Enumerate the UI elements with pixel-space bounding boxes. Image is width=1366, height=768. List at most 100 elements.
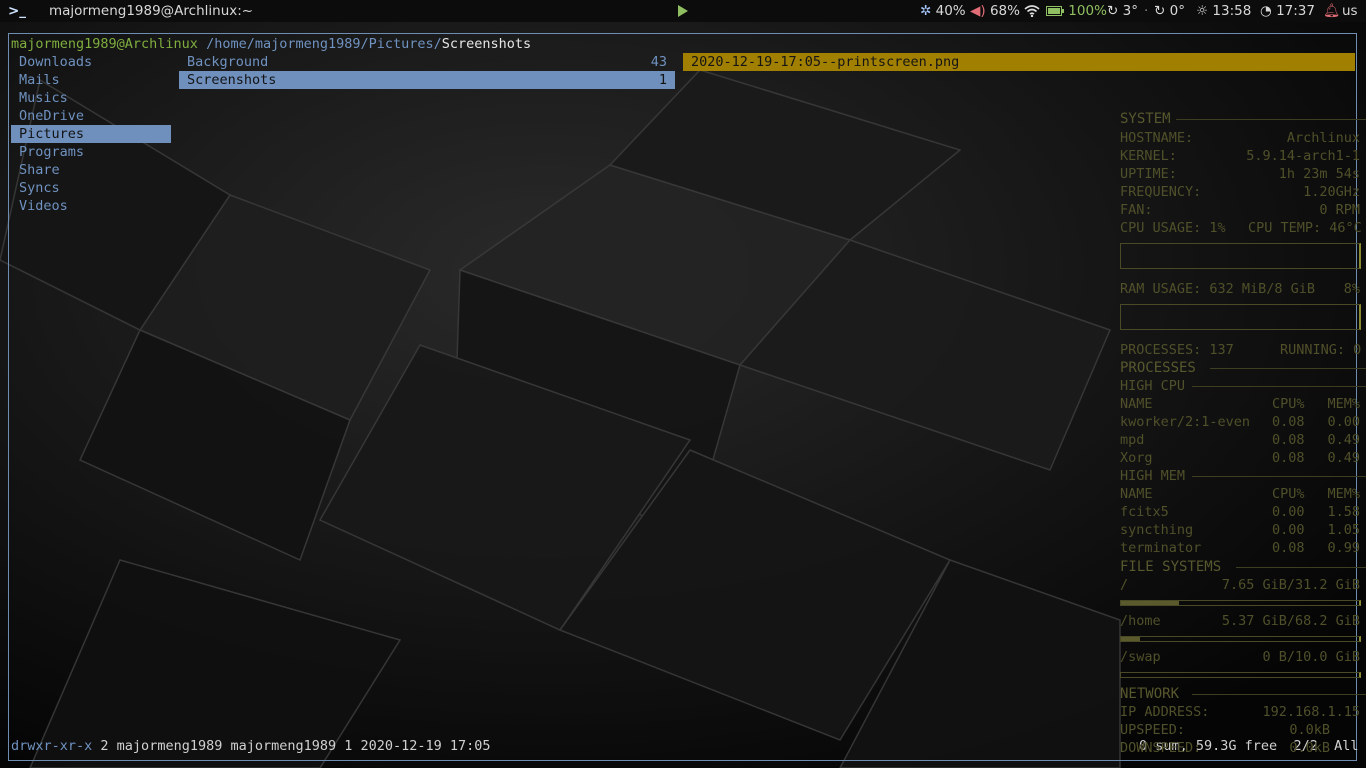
dir-entry-count: 1 (658, 72, 667, 88)
upspeed-row: UPSPEED: 0.0kB (1120, 721, 1366, 739)
filesystem-usage: 5.37 GiB/68.2 GiB (1221, 613, 1360, 629)
high-cpu-section: HIGH CPU (1120, 377, 1366, 395)
status-file-info: 2 majormeng1989 majormeng1989 1 2020-12-… (100, 738, 491, 754)
filesystem-row: /home 5.37 GiB/68.2 GiB (1120, 612, 1366, 630)
hostname-label: HOSTNAME: (1120, 130, 1194, 146)
cpu-usage: CPU USAGE: 1% (1120, 220, 1226, 236)
ram-graph (1120, 304, 1361, 330)
process-mem: 0.99 (1327, 540, 1360, 556)
frequency-value: 1.20GHz (1303, 184, 1360, 200)
wifi-icon[interactable] (1024, 2, 1040, 20)
dir-entry-programs[interactable]: Programs (11, 143, 171, 161)
process-cpu: 0.08 (1272, 414, 1305, 430)
filesystem-mount: / (1120, 577, 1129, 593)
temp1-value: 3° (1122, 3, 1138, 19)
hostname-value: Archlinux (1286, 130, 1360, 146)
high-mem-title: HIGH MEM (1120, 468, 1186, 484)
filesystem-usage: 0 B/10.0 GiB (1262, 649, 1360, 665)
temp1-indicator[interactable]: ↻ 3° (1107, 2, 1138, 20)
cpu-graph (1120, 243, 1361, 269)
uptime-label: UPTIME: (1120, 166, 1177, 182)
file-systems-section: FILE SYSTEMS (1120, 558, 1366, 576)
cpu-row: CPU USAGE: 1% CPU TEMP: 46°C (1120, 219, 1366, 237)
fan-label: FAN: (1120, 202, 1153, 218)
sun-indicator[interactable]: ☼ 13:58 (1196, 2, 1251, 20)
col-cpu: CPU% (1272, 396, 1305, 412)
process-row: Xorg 0.08 0.49 (1120, 449, 1366, 467)
filesystem-mount: /swap (1120, 649, 1161, 665)
process-count-row: PROCESSES: 137 RUNNING: 0 (1120, 341, 1366, 359)
dir-entry-count: 43 (650, 54, 667, 70)
process-cpu: 0.00 (1272, 504, 1305, 520)
keyboard-layout[interactable]: us (1342, 2, 1358, 20)
status-permissions: drwxr-xr-x (11, 738, 93, 754)
dir-entry-videos[interactable]: Videos (11, 197, 171, 215)
col-name: NAME (1120, 396, 1153, 412)
filesystem-usage-bar (1120, 636, 1361, 642)
ram-usage: RAM USAGE: 632 MiB/8 GiB (1120, 281, 1316, 297)
top-panel: >_ majormeng1989@Archlinux:~ ✲ 40% ◀) 68… (0, 0, 1366, 22)
window-title: majormeng1989@Archlinux:~ (49, 3, 254, 19)
terminal-icon[interactable]: >_ (8, 2, 26, 20)
preview-file-entry[interactable]: 2020-12-19-17:05--printscreen.png (683, 53, 1355, 71)
process-mem: 1.05 (1327, 522, 1360, 538)
filesystem-row: / 7.65 GiB/31.2 GiB (1120, 576, 1366, 594)
volume-indicator[interactable]: ◀) 68% (970, 2, 1020, 20)
uptime-value: 1h 23m 54s (1278, 166, 1360, 182)
dir-entry-onedrive[interactable]: OneDrive (11, 107, 171, 125)
prompt-current-dir: Screenshots (441, 36, 532, 52)
separator-icon: · (1144, 3, 1149, 19)
high-cpu-header: NAME CPU% MEM% (1120, 395, 1366, 413)
dir-entry-syncs[interactable]: Syncs (11, 179, 171, 197)
network-section: NETWORK (1120, 685, 1366, 703)
process-name: mpd (1120, 432, 1145, 448)
dir-entry-mails[interactable]: Mails (11, 71, 171, 89)
prompt-userhost: majormeng1989@Archlinux (11, 36, 198, 52)
process-row: kworker/2:1-even 0.08 0.00 (1120, 413, 1366, 431)
process-cpu: 0.00 (1272, 522, 1305, 538)
cpu-icon: ✲ (920, 3, 932, 19)
ip-row: IP ADDRESS: 192.168.1.15 (1120, 703, 1366, 721)
filesystem-usage-fill (1121, 637, 1140, 641)
upspeed-value: 0.0kB (1289, 722, 1330, 738)
filesystem-usage-fill (1121, 601, 1180, 605)
dir-entry-pictures[interactable]: Pictures (11, 125, 171, 143)
high-cpu-title: HIGH CPU (1120, 378, 1186, 394)
ram-row: RAM USAGE: 632 MiB/8 GiB 8% (1120, 280, 1366, 298)
process-row: syncthing 0.00 1.05 (1120, 521, 1366, 539)
dir-entry-downloads[interactable]: Downloads (11, 53, 171, 71)
clock[interactable]: ◔ 17:37 (1260, 2, 1315, 20)
process-row: mpd 0.08 0.49 (1120, 431, 1366, 449)
refresh-icon: ↻ (1107, 3, 1119, 19)
cpu-indicator[interactable]: ✲ 40% (920, 2, 966, 20)
sun-time: 13:58 (1212, 3, 1252, 19)
battery-indicator[interactable]: 100% (1046, 2, 1107, 20)
dir-entry-screenshots[interactable]: Screenshots 1 (179, 71, 675, 89)
frequency-row: FREQUENCY: 1.20GHz (1120, 183, 1366, 201)
dir-entry-label: Screenshots (187, 72, 277, 88)
process-cpu: 0.08 (1272, 540, 1305, 556)
uptime-row: UPTIME: 1h 23m 54s (1120, 165, 1366, 183)
col-name: NAME (1120, 486, 1153, 502)
file-systems-title: FILE SYSTEMS (1120, 559, 1222, 575)
process-row: terminator 0.08 0.99 (1120, 539, 1366, 557)
dir-entry-share[interactable]: Share (11, 161, 171, 179)
refresh-icon: ↻ (1154, 3, 1166, 19)
ram-percent: 8% (1343, 281, 1360, 297)
process-row: fcitx5 0.00 1.58 (1120, 503, 1366, 521)
volume-value: 68% (989, 3, 1020, 19)
process-count: PROCESSES: 137 (1120, 342, 1234, 358)
dir-entry-background[interactable]: Background 43 (179, 53, 675, 71)
bell-icon[interactable]: 🔔︎ (1323, 2, 1340, 20)
col-mem: MEM% (1327, 396, 1360, 412)
dir-entry-musics[interactable]: Musics (11, 89, 171, 107)
temp2-indicator[interactable]: ↻ 0° (1154, 2, 1185, 20)
process-name: kworker/2:1-even (1120, 414, 1251, 430)
filesystem-usage: 7.65 GiB/31.2 GiB (1221, 577, 1360, 593)
fan-row: FAN: 0 RPM (1120, 201, 1366, 219)
kernel-row: KERNEL: 5.9.14-arch1-1 (1120, 147, 1366, 165)
downspeed-row: DOWNSPEED: 0.0kB (1120, 739, 1366, 757)
downspeed-value: 0.0kB (1289, 740, 1330, 756)
processes-title: PROCESSES (1120, 360, 1196, 376)
play-icon[interactable] (677, 2, 689, 20)
